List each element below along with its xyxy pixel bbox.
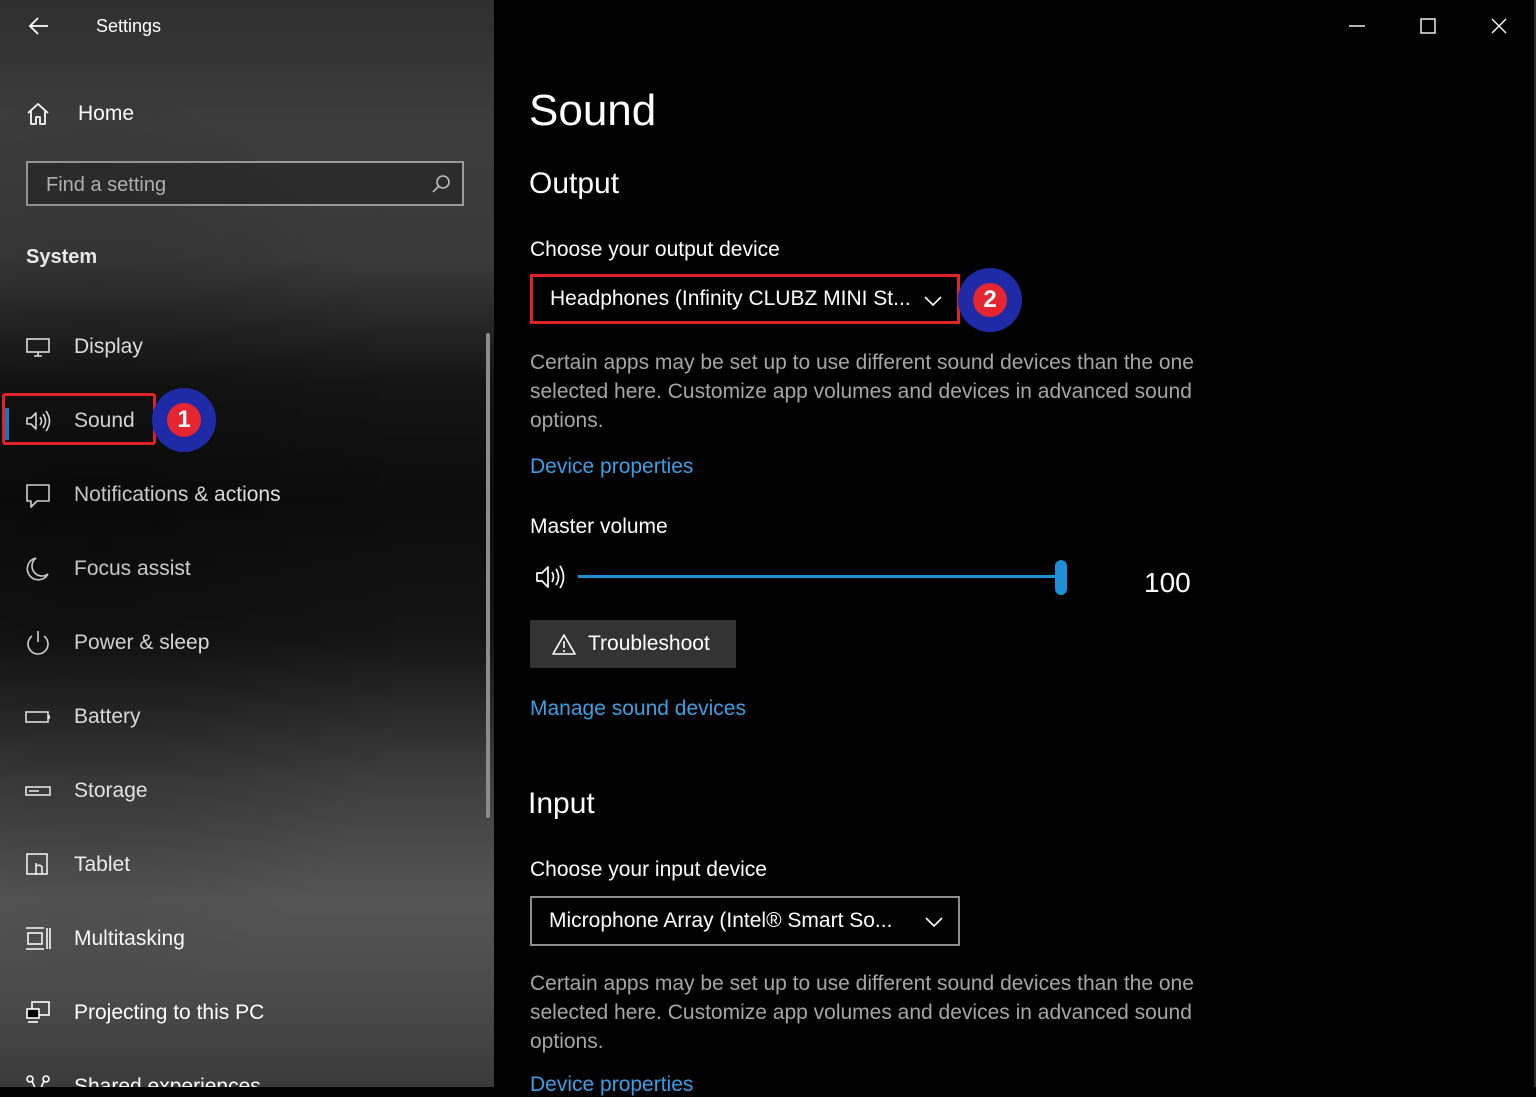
troubleshoot-label: Troubleshoot [588,632,710,655]
input-device-properties-link[interactable]: Device properties [530,1073,693,1097]
notification-icon [26,484,50,508]
sidebar-item-label: Power & sleep [74,631,210,654]
maximize-icon [1420,18,1436,34]
sidebar-item-label: Multitasking [74,927,185,950]
sidebar-item-label: Display [74,335,143,358]
power-icon [27,631,49,655]
sidebar-item-tablet[interactable]: Tablet [0,828,494,902]
sidebar-item-notifications[interactable]: Notifications & actions [0,458,494,532]
chevron-down-icon [924,296,942,307]
close-icon [1491,18,1507,34]
minimize-button[interactable] [1322,0,1392,52]
annotation-badge-2: 2 [958,268,1022,332]
app-title: Settings [96,16,162,36]
annotation-badge-1: 1 [152,388,216,452]
home-label: Home [78,102,135,125]
home-icon [27,103,49,125]
warning-icon [552,634,576,655]
output-heading: Output [529,167,620,200]
output-device-value: Headphones (Infinity CLUBZ MINI St... [550,287,911,310]
multitasking-icon [26,927,51,950]
badge-number: 2 [973,283,1007,317]
home-link[interactable]: Home [24,98,134,130]
close-button[interactable] [1464,0,1534,52]
master-volume-slider-thumb[interactable] [1055,560,1067,595]
battery-icon [25,711,50,723]
input-heading: Input [528,787,595,820]
search-icon[interactable] [430,173,452,195]
sidebar-item-label: Shared experiences [74,1075,261,1087]
sidebar-item-label: Battery [74,705,141,728]
sidebar-item-power-sleep[interactable]: Power & sleep [0,606,494,680]
moon-icon [26,557,49,581]
display-icon [26,338,50,357]
sidebar-item-battery[interactable]: Battery [0,680,494,754]
sidebar-item-focus-assist[interactable]: Focus assist [0,532,494,606]
master-volume-label: Master volume [530,515,668,538]
back-arrow-icon [28,17,48,35]
chevron-down-icon [925,917,943,928]
sidebar: Settings Home System Display Sound Notif… [0,0,494,1087]
projecting-icon [26,1001,50,1023]
sidebar-item-label: Projecting to this PC [74,1001,265,1024]
sidebar-item-label: Focus assist [74,557,191,580]
sidebar-item-label: Tablet [74,853,131,876]
input-device-dropdown[interactable]: Microphone Array (Intel® Smart So... [530,896,960,946]
badge-number: 1 [167,403,201,437]
sidebar-item-projecting[interactable]: Projecting to this PC [0,976,494,1050]
maximize-button[interactable] [1393,0,1463,52]
troubleshoot-button[interactable]: Troubleshoot [530,620,736,668]
search-input[interactable] [44,171,418,199]
back-button[interactable] [22,12,56,40]
section-header-system: System [26,246,98,268]
search-box[interactable] [26,161,464,206]
tablet-icon [26,853,48,875]
sidebar-scrollbar[interactable] [486,333,490,818]
output-description: Certain apps may be set up to use differ… [530,351,1194,432]
sidebar-item-storage[interactable]: Storage [0,754,494,828]
input-device-value: Microphone Array (Intel® Smart So... [549,909,893,932]
minimize-icon [1349,25,1365,27]
shared-icon [26,1075,50,1087]
master-volume-slider-track[interactable] [578,575,1062,578]
sidebar-item-shared-experiences[interactable]: Shared experiences [0,1050,494,1087]
annotation-highlight-sound [2,393,156,445]
manage-sound-devices-link[interactable]: Manage sound devices [530,697,746,721]
input-description: Certain apps may be set up to use differ… [530,972,1194,1053]
master-volume-value: 100 [1144,567,1191,598]
sidebar-item-label: Notifications & actions [74,483,281,506]
output-device-dropdown[interactable]: Headphones (Infinity CLUBZ MINI St... [530,274,960,324]
input-device-label: Choose your input device [530,858,767,881]
main-pane: Sound Output Choose your output device H… [494,0,1536,1096]
sidebar-item-label: Storage [74,779,148,802]
sidebar-item-display[interactable]: Display [0,310,494,384]
storage-icon [25,786,51,796]
speaker-icon[interactable] [534,562,570,592]
page-title: Sound [529,86,657,135]
output-device-label: Choose your output device [530,238,780,261]
sidebar-item-multitasking[interactable]: Multitasking [0,902,494,976]
output-device-properties-link[interactable]: Device properties [530,455,693,479]
